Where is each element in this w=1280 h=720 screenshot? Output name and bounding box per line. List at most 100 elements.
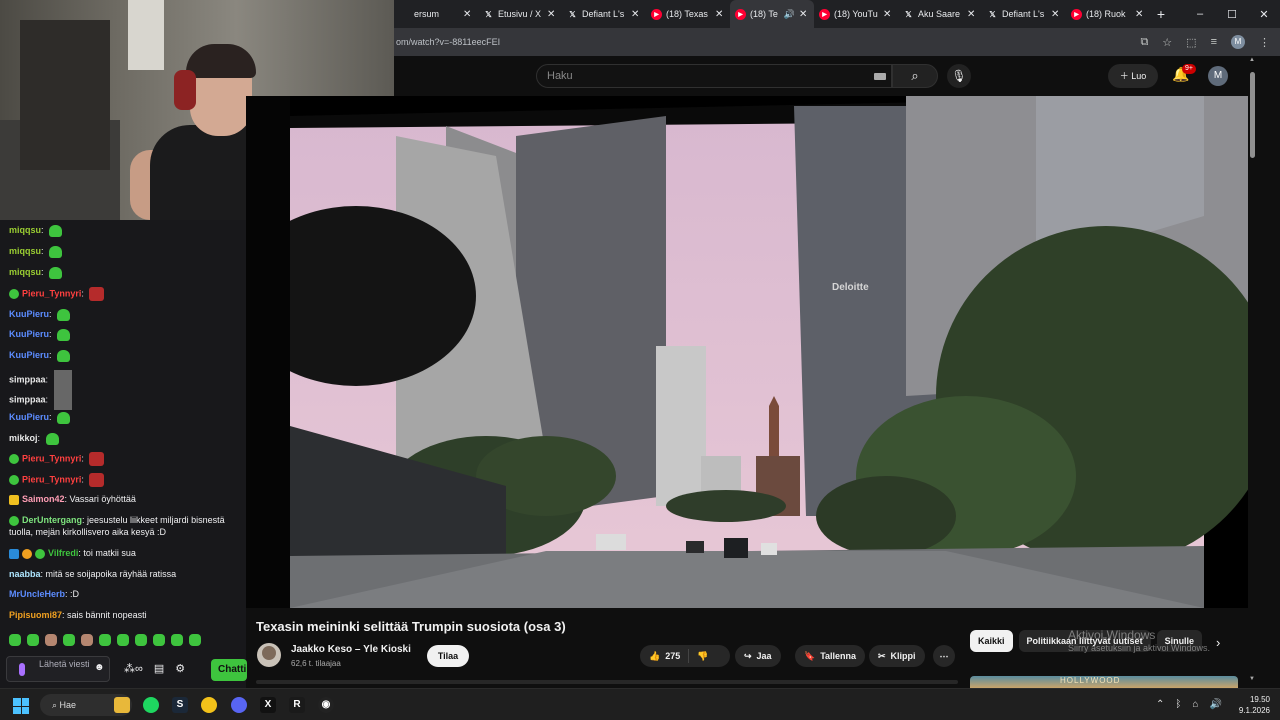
keyboard-icon[interactable]: [874, 73, 886, 80]
chat-username[interactable]: KuuPieru: [9, 412, 49, 422]
settings-gear-icon[interactable]: ⚙: [175, 662, 185, 675]
emote[interactable]: [63, 634, 75, 646]
user-badge-icon[interactable]: [22, 548, 32, 559]
store-icon[interactable]: ▤: [154, 662, 164, 675]
chat-username[interactable]: Pieru_Tynnyri: [22, 288, 81, 298]
maximize-button[interactable]: ☐: [1216, 8, 1248, 21]
chat-emote[interactable]: [53, 370, 72, 390]
chat-emote[interactable]: [53, 390, 72, 410]
close-window-button[interactable]: ✕: [1248, 8, 1280, 21]
chat-emote[interactable]: [89, 473, 105, 487]
create-button[interactable]: ＋ Luo: [1108, 64, 1158, 88]
close-tab-icon[interactable]: ✕: [463, 9, 473, 20]
chat-username[interactable]: KuuPieru: [9, 350, 49, 360]
chat-mic-icon[interactable]: [19, 663, 25, 676]
install-app-icon[interactable]: ⧉: [1140, 36, 1148, 49]
spotify-icon[interactable]: [143, 697, 159, 713]
media-controls-icon[interactable]: ≡: [1211, 36, 1217, 48]
windows-start-icon[interactable]: [13, 698, 29, 714]
voice-search-button[interactable]: 🎙: [947, 64, 971, 88]
close-tab-icon[interactable]: ✕: [883, 9, 893, 20]
chat-username[interactable]: Vilfredi: [48, 548, 78, 558]
url-field[interactable]: om/watch?v=-8811eecFEI: [394, 37, 500, 47]
chat-username[interactable]: DerUntergang: [22, 515, 82, 525]
chat-username[interactable]: KuuPieru: [9, 329, 49, 339]
scroll-down-arrow-icon[interactable]: ▼: [1249, 676, 1255, 682]
video-player[interactable]: Deloitte: [246, 96, 1248, 608]
browser-tab[interactable]: 𝕏 Defiant L's ✕: [982, 0, 1066, 28]
close-tab-icon[interactable]: ✕: [715, 9, 725, 20]
chat-send-button[interactable]: Chatti: [211, 659, 247, 681]
user-badge-icon[interactable]: [9, 548, 19, 559]
browser-tab[interactable]: ▶ (18) YouTu ✕: [814, 0, 898, 28]
minimize-button[interactable]: –: [1184, 8, 1216, 21]
emote[interactable]: [99, 634, 111, 646]
emote[interactable]: [9, 634, 21, 646]
close-tab-icon[interactable]: ✕: [799, 9, 809, 20]
user-badge-icon[interactable]: [9, 494, 19, 505]
search-button[interactable]: ⌕: [892, 64, 938, 88]
chat-username[interactable]: miqqsu: [9, 225, 41, 235]
emoji-icon[interactable]: ☻: [94, 662, 105, 673]
close-tab-icon[interactable]: ✕: [967, 9, 977, 20]
browser-tab[interactable]: ▶ (18) Te 🔊 ✕: [730, 0, 814, 28]
taskbar-clock[interactable]: 19.50 9.1.2026: [1228, 694, 1270, 716]
emote[interactable]: [153, 634, 165, 646]
browser-tab[interactable]: ▶ (18) Texas ✕: [646, 0, 730, 28]
browser-tab[interactable]: 𝕏 Etusivu / X ✕: [478, 0, 562, 28]
browser-tab[interactable]: ersum ✕: [394, 0, 478, 28]
bluetooth-icon[interactable]: ᛒ: [1175, 699, 1181, 710]
scroll-up-arrow-icon[interactable]: ▲: [1249, 57, 1255, 63]
user-avatar[interactable]: M: [1208, 66, 1228, 86]
user-badge-icon[interactable]: [9, 454, 19, 464]
scrollbar-thumb[interactable]: [1250, 72, 1255, 158]
emote[interactable]: [27, 634, 39, 646]
rl-app-icon[interactable]: R: [289, 697, 305, 713]
network-icon[interactable]: ⌂: [1192, 699, 1198, 710]
chat-message-input[interactable]: Lähetä viesti ☻: [6, 656, 110, 682]
emote[interactable]: [135, 634, 147, 646]
chat-username[interactable]: Pieru_Tynnyri: [22, 453, 81, 463]
chat-emote[interactable]: [49, 224, 63, 237]
obs-icon[interactable]: ◉: [318, 697, 334, 713]
emote[interactable]: [81, 634, 93, 646]
chat-emote[interactable]: [57, 411, 71, 424]
community-icon[interactable]: ⁂∞: [124, 662, 143, 675]
chat-username[interactable]: MrUncleHerb: [9, 589, 65, 599]
chat-username[interactable]: KuuPieru: [9, 309, 49, 319]
search-input[interactable]: Haku: [536, 64, 892, 88]
chat-username[interactable]: naabba: [9, 569, 41, 579]
chat-emote[interactable]: [57, 308, 71, 321]
emote[interactable]: [171, 634, 183, 646]
steam-icon[interactable]: S: [172, 697, 188, 713]
close-tab-icon[interactable]: ✕: [1051, 9, 1061, 20]
file-explorer-icon[interactable]: [114, 697, 130, 713]
chat-emote[interactable]: [45, 432, 59, 445]
save-button[interactable]: 🔖 Tallenna: [795, 645, 866, 667]
volume-icon[interactable]: 🔊: [1209, 699, 1221, 710]
close-tab-icon[interactable]: ✕: [1135, 9, 1145, 20]
chat-username[interactable]: miqqsu: [9, 267, 41, 277]
chat-username[interactable]: Pipisuomi87: [9, 610, 62, 620]
chat-username[interactable]: miqqsu: [9, 246, 41, 256]
chat-emote[interactable]: [89, 287, 105, 301]
bookmark-star-icon[interactable]: ☆: [1162, 36, 1172, 49]
user-badge-icon[interactable]: [9, 289, 19, 299]
x-app-icon[interactable]: X: [260, 697, 276, 713]
chat-username[interactable]: simppaa: [9, 374, 46, 384]
close-tab-icon[interactable]: ✕: [631, 9, 641, 20]
chat-emote[interactable]: [49, 266, 63, 279]
chat-username[interactable]: Saimon42: [22, 494, 65, 504]
user-badge-icon[interactable]: [9, 475, 19, 485]
chip-all[interactable]: Kaikki: [970, 630, 1013, 652]
new-tab-button[interactable]: +: [1150, 6, 1172, 22]
browser-tab[interactable]: 𝕏 Defiant L's ✕: [562, 0, 646, 28]
emote[interactable]: [45, 634, 57, 646]
chat-emote[interactable]: [89, 452, 105, 466]
browser-tab[interactable]: 𝕏 Aku Saare ✕: [898, 0, 982, 28]
chat-username[interactable]: simppaa: [9, 394, 46, 404]
dislike-icon[interactable]: 👎: [697, 651, 708, 662]
browser-menu-icon[interactable]: ⋮: [1259, 36, 1270, 49]
chrome-icon[interactable]: [201, 697, 217, 713]
user-badge-icon[interactable]: [9, 515, 19, 526]
